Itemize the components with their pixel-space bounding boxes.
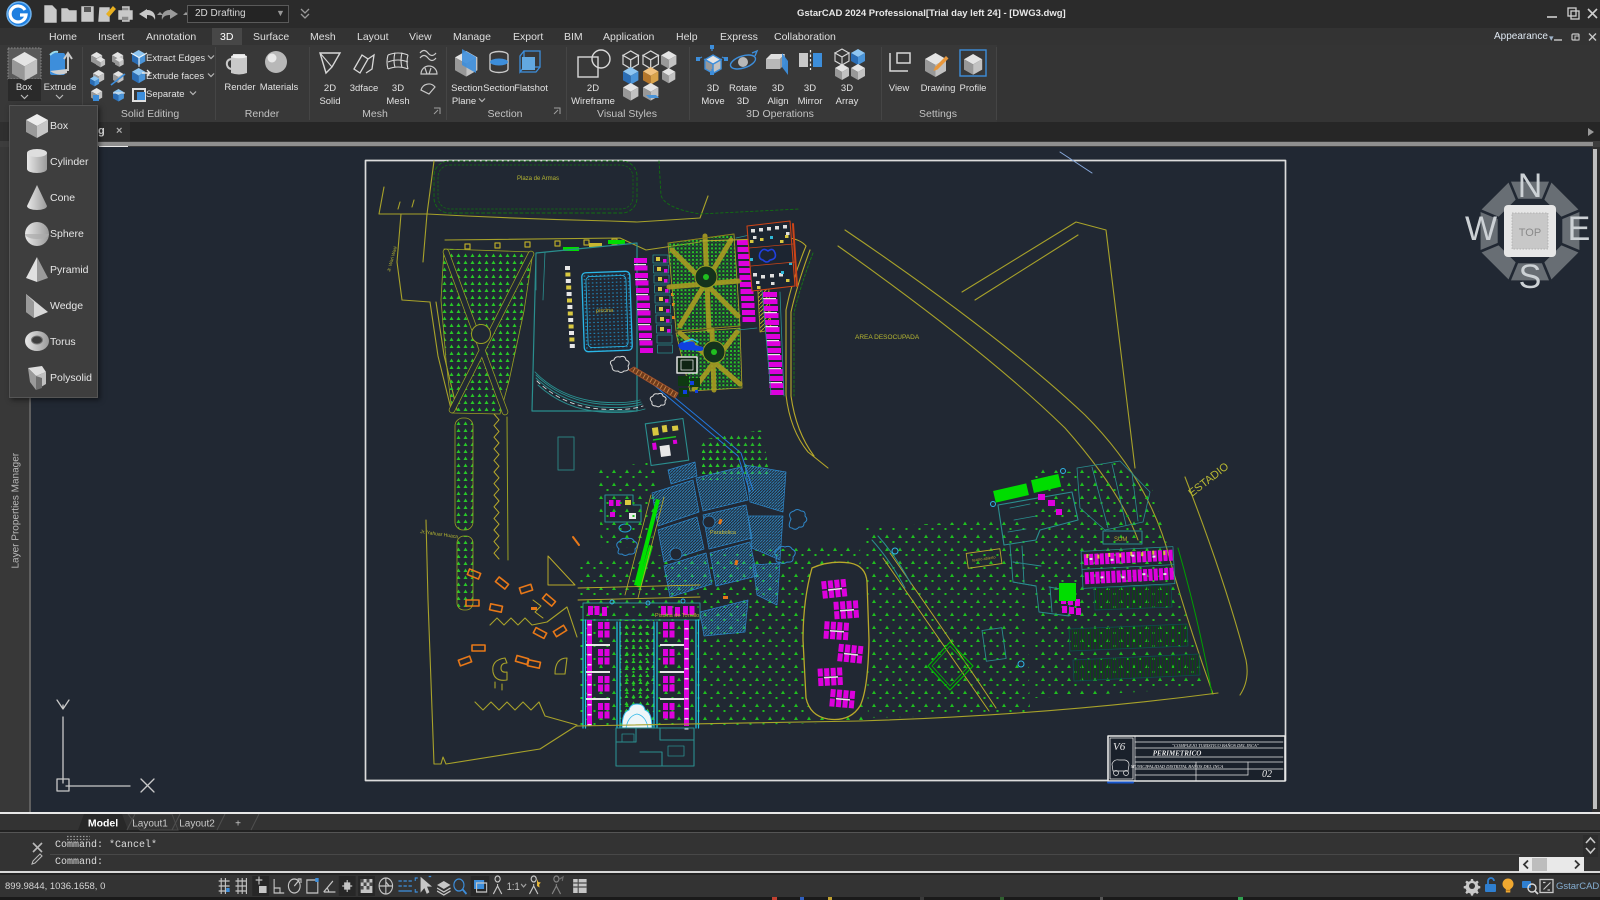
svg-text:Wireframe: Wireframe bbox=[571, 96, 615, 107]
svg-text:Rotate: Rotate bbox=[729, 83, 757, 94]
svg-text:AREA DESOCUPADA: AREA DESOCUPADA bbox=[855, 334, 920, 341]
svg-text:Mirror: Mirror bbox=[798, 96, 823, 107]
svg-text:Solid: Solid bbox=[319, 96, 340, 107]
svg-text:1:1: 1:1 bbox=[507, 881, 520, 893]
svg-text:Section: Section bbox=[451, 83, 483, 94]
svg-text:2D: 2D bbox=[587, 83, 599, 94]
svg-text:piscina: piscina bbox=[596, 308, 614, 315]
svg-text:3D Operations: 3D Operations bbox=[746, 108, 814, 120]
svg-text:3D: 3D bbox=[804, 83, 816, 94]
svg-text:Array: Array bbox=[836, 96, 859, 107]
svg-text:Box: Box bbox=[16, 82, 33, 93]
svg-text:Render: Render bbox=[224, 82, 255, 93]
svg-text:+: + bbox=[235, 819, 241, 830]
svg-text:Align: Align bbox=[767, 96, 788, 107]
svg-text:Separate: Separate bbox=[146, 89, 185, 100]
svg-text:Visual Styles: Visual Styles bbox=[597, 108, 657, 120]
svg-text:Piscina de Tornillo: Piscina de Tornillo bbox=[655, 613, 699, 619]
svg-text:Plane: Plane bbox=[452, 96, 476, 107]
svg-text:V6: V6 bbox=[1113, 741, 1126, 753]
svg-text:TOP: TOP bbox=[1519, 227, 1541, 239]
svg-text:Extract Edges: Extract Edges bbox=[146, 53, 205, 64]
svg-text:3dface: 3dface bbox=[350, 83, 379, 94]
svg-text:Extrude faces: Extrude faces bbox=[146, 71, 204, 82]
svg-text:View: View bbox=[889, 83, 910, 94]
svg-text:Profile: Profile bbox=[960, 83, 987, 94]
svg-text:MUNICIPALIDAD DISTRITAL BAÑOS: MUNICIPALIDAD DISTRITAL BAÑOS DEL INCA bbox=[1130, 764, 1224, 769]
svg-text:Layout1: Layout1 bbox=[132, 819, 168, 830]
svg-text:Extrude: Extrude bbox=[44, 82, 77, 93]
svg-text:ESTADIO: ESTADIO bbox=[1186, 460, 1231, 499]
svg-text:Solid Editing: Solid Editing bbox=[121, 108, 180, 120]
svg-text:3D: 3D bbox=[707, 83, 719, 94]
svg-text:Mesh: Mesh bbox=[362, 108, 388, 120]
svg-text:SUM: SUM bbox=[1114, 537, 1127, 543]
svg-text:Move: Move bbox=[701, 96, 724, 107]
svg-text:Flatshot: Flatshot bbox=[514, 83, 548, 94]
svg-text:Section: Section bbox=[487, 108, 522, 120]
svg-text:Plaza de Armas: Plaza de Armas bbox=[517, 176, 559, 182]
svg-text:PERIMETRICO: PERIMETRICO bbox=[1153, 750, 1202, 758]
svg-text:Mesh: Mesh bbox=[386, 96, 409, 107]
svg-text:Section: Section bbox=[483, 83, 515, 94]
svg-text:Jr. Yahuar Huaca: Jr. Yahuar Huaca bbox=[420, 529, 459, 540]
svg-text:Drawing: Drawing bbox=[921, 83, 956, 94]
svg-text:"COMPLEJO TURISTICO BAÑOS DEL: "COMPLEJO TURISTICO BAÑOS DEL INCA" bbox=[1172, 743, 1259, 748]
svg-text:02: 02 bbox=[1262, 769, 1272, 780]
svg-text:Materials: Materials bbox=[260, 82, 299, 93]
svg-text:Jr. Wari Wasi: Jr. Wari Wasi bbox=[386, 246, 398, 273]
svg-text:3D: 3D bbox=[841, 83, 853, 94]
svg-text:3D: 3D bbox=[737, 96, 749, 107]
svg-text:2D: 2D bbox=[324, 83, 336, 94]
svg-text:Settings: Settings bbox=[919, 108, 957, 120]
svg-text:3D: 3D bbox=[392, 83, 404, 94]
svg-text:Render: Render bbox=[245, 108, 280, 120]
svg-text:Layout2: Layout2 bbox=[179, 819, 215, 830]
svg-text:3D: 3D bbox=[772, 83, 784, 94]
svg-text:Model: Model bbox=[88, 818, 118, 830]
svg-text:Parabolica: Parabolica bbox=[710, 530, 737, 536]
